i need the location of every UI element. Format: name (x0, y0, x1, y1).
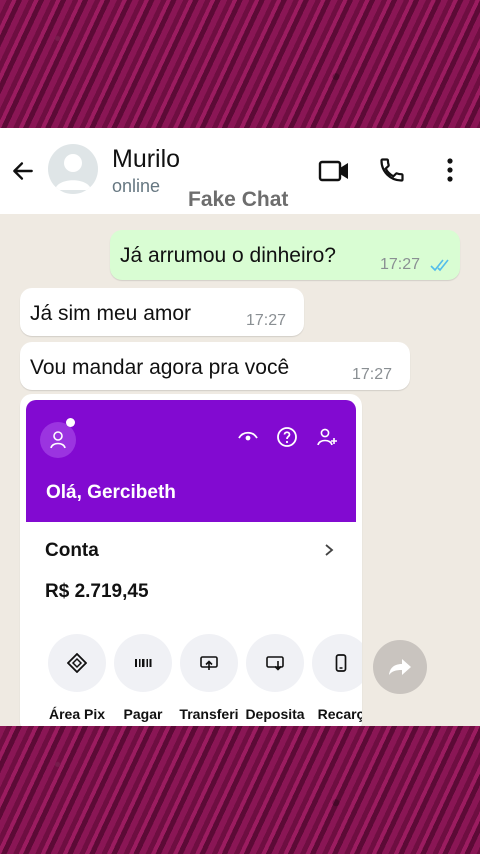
greeting-text: Olá, Gercibeth (46, 482, 176, 503)
message-time: 17:27 (352, 366, 393, 383)
bank-profile-avatar (40, 422, 76, 458)
action-label: Recarç (317, 706, 362, 722)
message-text: Já sim meu amor (30, 302, 192, 325)
back-arrow-icon[interactable] (10, 158, 36, 184)
account-balance: R$ 2.719,45 (45, 581, 149, 602)
account-label: Conta (45, 540, 99, 561)
watermark-text: Fake Chat (188, 188, 289, 211)
chevron-right-icon (325, 544, 334, 556)
action-circle (180, 634, 238, 692)
bank-app-header: Olá, Gercibeth (26, 400, 356, 522)
phone-recharge-icon (335, 654, 347, 672)
deposit-icon (266, 656, 284, 671)
avatar[interactable] (48, 144, 98, 194)
user-icon (50, 431, 66, 449)
action-circle (312, 634, 362, 692)
add-user-icon (317, 428, 337, 446)
barcode-icon (135, 659, 152, 667)
background-bottom (0, 726, 480, 854)
chat-screen: Murilo online Fake Chat Já arrumou o din… (0, 128, 480, 726)
chat-header: Murilo online Fake Chat (0, 128, 480, 214)
notification-dot (66, 418, 75, 427)
incoming-message[interactable]: Já sim meu amor 17:27 (20, 288, 304, 336)
message-time: 17:27 (380, 256, 421, 273)
default-avatar-icon (55, 154, 91, 190)
outgoing-message[interactable]: Já arrumou o dinheiro? 17:27 (110, 230, 460, 280)
action-deposit: Deposita (242, 630, 308, 726)
more-options-icon[interactable] (440, 156, 460, 184)
action-transfer: Transferi (176, 630, 242, 726)
message-text: Vou mandar agora pra você (30, 356, 290, 379)
image-message[interactable]: Olá, Gercibeth Conta R$ 2.719,45 Área Pi… (20, 394, 362, 726)
forward-button[interactable] (373, 640, 427, 694)
background-top (0, 0, 480, 128)
action-pay: Pagar (110, 630, 176, 726)
read-receipt-icon (430, 259, 449, 272)
transfer-icon (200, 656, 218, 670)
action-pix: Área Pix (44, 630, 110, 726)
action-recharge: Recarç (308, 630, 362, 726)
eye-icon (238, 431, 258, 441)
pix-icon (67, 653, 87, 673)
quick-actions: Área Pix Pagar Transferi Deposita Recarç (20, 630, 362, 726)
help-icon (277, 427, 297, 447)
action-circle (246, 634, 304, 692)
message-time: 17:27 (246, 312, 287, 329)
contact-status: online (112, 176, 161, 196)
action-circle (48, 634, 106, 692)
action-circle (114, 634, 172, 692)
phone-call-icon[interactable] (378, 156, 406, 184)
video-call-icon[interactable] (318, 158, 350, 184)
incoming-message[interactable]: Vou mandar agora pra você 17:27 (20, 342, 410, 390)
forward-icon (389, 659, 411, 675)
contact-name[interactable]: Murilo (112, 145, 180, 174)
message-text: Já arrumou o dinheiro? (120, 244, 336, 267)
